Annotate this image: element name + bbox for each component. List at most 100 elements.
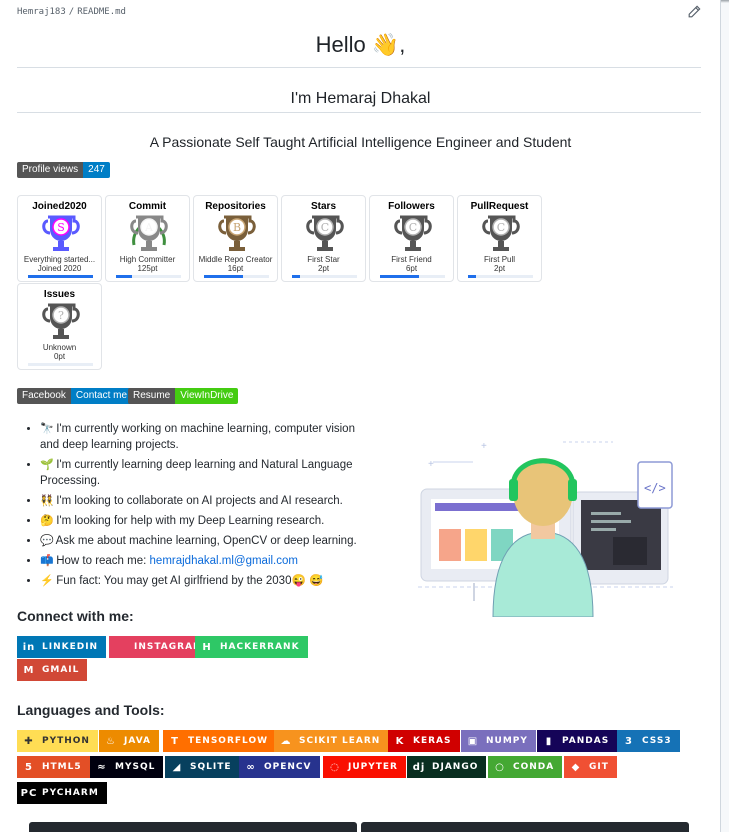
breadcrumb: Hemraj183/README.md (17, 7, 126, 17)
trophy-description: First Pull (483, 255, 516, 264)
trophy-pullrequest: PullRequest C First Pull 2pt (457, 195, 542, 282)
pycharm-badge[interactable]: PC PYCHARM (17, 782, 107, 804)
trophy-stars: Stars C First Star 2pt (281, 195, 366, 282)
trophy-description: Unknown (42, 343, 77, 352)
badge-label: PYTHON (42, 736, 90, 746)
trophy-rank: C (321, 221, 329, 234)
email-link[interactable]: hemrajdhakal.ml@gmail.com (150, 555, 298, 567)
sqlite-badge[interactable]: ◢ SQLITE (165, 756, 240, 778)
pandas-badge[interactable]: ▮ PANDAS (537, 730, 618, 752)
trophy-cup-icon: ? (42, 303, 80, 339)
connect-heading: Connect with me: (17, 608, 134, 624)
scikit-learn-icon: ☁ (280, 735, 292, 747)
about-item: 🔭 I'm currently working on machine learn… (40, 421, 370, 453)
tagline-heading: A Passionate Self Taught Artificial Inte… (149, 134, 572, 150)
badge-label: DJANGO (432, 762, 479, 772)
profile-views-label: Profile views (17, 162, 84, 178)
mysql-badge[interactable]: ≈ MYSQL (90, 756, 164, 778)
profile-views-badge[interactable]: Profile views 247 (17, 162, 110, 178)
scikit-learn-badge[interactable]: ☁ SCIKIT LEARN (274, 730, 389, 752)
about-item: 🌱 I'm currently learning deep learning a… (40, 457, 370, 489)
trophy-progress-bar (116, 275, 181, 278)
telescope-icon: 🔭 (40, 423, 54, 435)
trophy-description: High Committer (119, 255, 176, 264)
tensorflow-badge[interactable]: T TENSORFLOW (163, 730, 277, 752)
numpy-badge[interactable]: ▣ NUMPY (461, 730, 536, 752)
developer-illustration: + + </> (418, 441, 673, 617)
opencv-icon: ∞ (246, 761, 256, 773)
git-badge[interactable]: ◆ GIT (564, 756, 617, 778)
readme-card: Hemraj183/README.md Hello 👋, I'm Hemaraj… (0, 0, 721, 832)
trophy-points: 2pt (493, 264, 506, 273)
trophy-cup-icon: B (218, 215, 256, 251)
trophy-points: 125pt (137, 264, 158, 273)
python-badge[interactable]: ✚ PYTHON (17, 730, 98, 752)
hackerrank-badge[interactable]: H HACKERRANK (195, 636, 308, 658)
svg-text:+: + (428, 459, 434, 470)
edit-pencil-icon[interactable] (687, 5, 701, 19)
pandas-icon: ▮ (545, 735, 553, 747)
trophy-rank: A (144, 221, 154, 234)
keras-badge[interactable]: K KERAS (388, 730, 460, 752)
css3-badge[interactable]: 3 CSS3 (617, 730, 680, 752)
trophy-rank: C (409, 221, 417, 234)
badge-label: MYSQL (115, 762, 156, 772)
trophy-points: 2pt (317, 264, 330, 273)
resume-badge-label: Resume (128, 388, 176, 404)
linkedin-badge[interactable]: in LINKEDIN (17, 636, 107, 658)
gmail-badge[interactable]: M GMAIL (17, 659, 88, 681)
mysql-icon: ≈ (97, 761, 107, 773)
instagram-icon (115, 641, 127, 653)
badge-label: LINKEDIN (42, 642, 99, 652)
resume-badge-value: ViewInDrive (175, 388, 239, 404)
django-icon: dj (412, 761, 426, 773)
about-text: I'm looking for help with my Deep Learni… (56, 515, 325, 527)
badge-label: HTML5 (42, 762, 82, 772)
seedling-icon: 🌱 (40, 459, 54, 471)
trophy-description: Everything started... (23, 255, 96, 264)
svg-text:</>: </> (644, 481, 666, 495)
badge-label: NUMPY (486, 736, 528, 746)
breadcrumb-user[interactable]: Hemraj183 (17, 7, 66, 17)
badge-label: CONDA (513, 762, 555, 772)
trophy-progress-bar (468, 275, 533, 278)
badge-label: INSTAGRAM (134, 642, 204, 652)
about-text: Ask me about machine learning, OpenCV or… (55, 535, 357, 547)
about-list: 🔭 I'm currently working on machine learn… (40, 421, 370, 593)
trophy-title: Stars (310, 201, 336, 212)
trophy-followers: Followers C First Friend 6pt (369, 195, 454, 282)
profile-views-count: 247 (83, 162, 110, 178)
html5-icon: 5 (25, 761, 33, 773)
trophy-rank: ? (58, 309, 64, 322)
about-text: I'm currently learning deep learning and… (40, 459, 353, 487)
django-badge[interactable]: dj DJANGO (407, 756, 487, 778)
trophy-progress-bar (204, 275, 269, 278)
divider (17, 67, 701, 68)
about-text: How to reach me: (56, 555, 150, 567)
trophy-joined2020: Joined2020 S Everything started... Joined 2… (17, 195, 102, 282)
about-item: ⚡ Fun fact: You may get AI girlfriend by… (40, 573, 370, 589)
resume-badge[interactable]: Resume ViewInDrive (128, 388, 239, 404)
opencv-badge[interactable]: ∞ OPENCV (239, 756, 320, 778)
jupyter-badge[interactable]: ◌ JUPYTER (323, 756, 406, 778)
trophy-progress-bar (28, 363, 93, 366)
about-item: 💬 Ask me about machine learning, OpenCV … (40, 533, 370, 549)
breadcrumb-separator: / (68, 7, 75, 17)
conda-badge[interactable]: ○ CONDA (488, 756, 563, 778)
thinking-icon: 🤔 (40, 515, 54, 527)
trophy-title: Repositories (205, 201, 266, 212)
git-icon: ◆ (571, 761, 581, 773)
name-heading: I'm Hemaraj Dhakal (290, 90, 431, 107)
trophy-points: Joined 2020 (37, 264, 82, 273)
trophy-progress-bar (28, 275, 93, 278)
pycharm-icon: PC (20, 787, 38, 799)
facebook-badge[interactable]: Facebook Contact me (17, 388, 133, 404)
greeting-heading: Hello 👋, (315, 32, 406, 57)
svg-text:+: + (481, 441, 487, 452)
html5-badge[interactable]: 5 HTML5 (17, 756, 90, 778)
tensorflow-icon: T (171, 735, 179, 747)
java-badge[interactable]: ♨ JAVA (99, 730, 160, 752)
about-item: 📫 How to reach me: hemrajdhakal.ml@gmail… (40, 553, 370, 569)
trophy-points: 0pt (53, 352, 66, 361)
facebook-badge-value: Contact me (70, 388, 133, 404)
